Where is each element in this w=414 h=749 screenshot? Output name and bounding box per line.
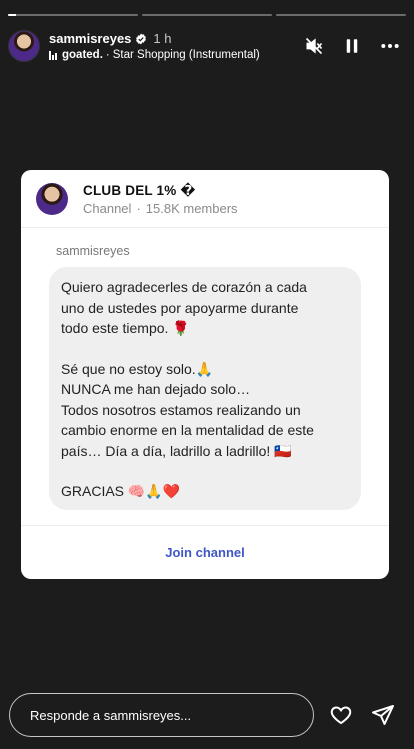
speaker-muted-icon [305,37,323,55]
reply-placeholder: Responde a sammisreyes... [30,707,192,723]
story-user-info: sammisreyes 1 h goated. · Star Shopping … [49,31,260,61]
message-line: país… Día a día, ladrillo a ladrillo! 🇨🇱 [61,442,292,459]
pause-icon [346,39,358,53]
channel-header[interactable]: CLUB DEL 1% � Channel · 15.8K members [21,170,389,228]
music-info[interactable]: goated. · Star Shopping (Instrumental) [49,49,260,61]
story-progress-segment [142,14,272,16]
message-line: GRACIAS 🧠🙏❤️ [61,483,181,499]
channel-share-card[interactable]: CLUB DEL 1% � Channel · 15.8K members samm… [21,170,389,579]
story-progress-fill [8,14,16,16]
username[interactable]: sammisreyes [49,31,131,46]
message-line: Sé que no estoy solo.🙏 [61,360,214,377]
channel-type: Channel [83,200,132,216]
send-button[interactable] [371,703,395,727]
message-line: uno de ustedes por apoyarme durante [61,299,299,316]
more-button[interactable] [380,36,400,56]
message-sender: sammisreyes [56,244,130,258]
channel-meta-separator: · [136,200,141,216]
message-line: cambio enorme en la mentalidad de este [61,422,314,438]
music-separator: · [105,49,110,61]
story-header: sammisreyes 1 h goated. · Star Shopping … [8,28,406,64]
heart-icon [330,706,352,725]
message-paragraph: Quiero agradecerles de corazón a cada uno… [61,277,349,339]
paper-plane-icon [372,705,394,725]
verified-badge-icon [136,33,147,44]
channel-avatar [36,183,68,215]
message-paragraph: Sé que no estoy solo.🙏 NUNCA me han dejad… [61,359,349,462]
message-line: Todos nosotros estamos realizando un [61,401,301,418]
mute-button[interactable] [304,36,324,56]
more-horizontal-icon [381,44,399,48]
message-line: todo este tiempo. 🌹 [61,320,190,336]
message-paragraph: GRACIAS 🧠🙏❤️ [61,481,349,502]
story-progress-segment [276,14,406,16]
join-channel-button[interactable]: Join channel [165,545,244,560]
message-line: NUNCA me han dejado solo… [61,381,251,397]
story-progress [8,14,406,16]
channel-info: CLUB DEL 1% � Channel · 15.8K members [83,183,238,216]
avatar[interactable] [8,30,40,62]
reply-bar: Responde a sammisreyes... [9,693,405,737]
card-footer: Join channel [21,525,389,579]
reply-input[interactable]: Responde a sammisreyes... [9,693,314,737]
channel-meta: Channel · 15.8K members [83,201,238,216]
pause-button[interactable] [342,36,362,56]
music-title: Star Shopping (Instrumental) [112,49,260,61]
header-actions [304,36,406,56]
message-line: Quiero agradecerles de corazón a cada [61,279,307,295]
reply-actions [329,703,405,727]
post-time: 1 h [153,31,172,46]
story-progress-segment [8,14,138,16]
channel-members: 15.8K members [145,200,238,216]
message-bubble: Quiero agradecerles de corazón a cada uno… [49,267,361,510]
channel-name: CLUB DEL 1% � [83,182,196,198]
like-button[interactable] [329,703,353,727]
music-artist: goated. [62,49,103,61]
user-row: sammisreyes 1 h [49,31,260,46]
music-bars-icon [49,50,57,60]
